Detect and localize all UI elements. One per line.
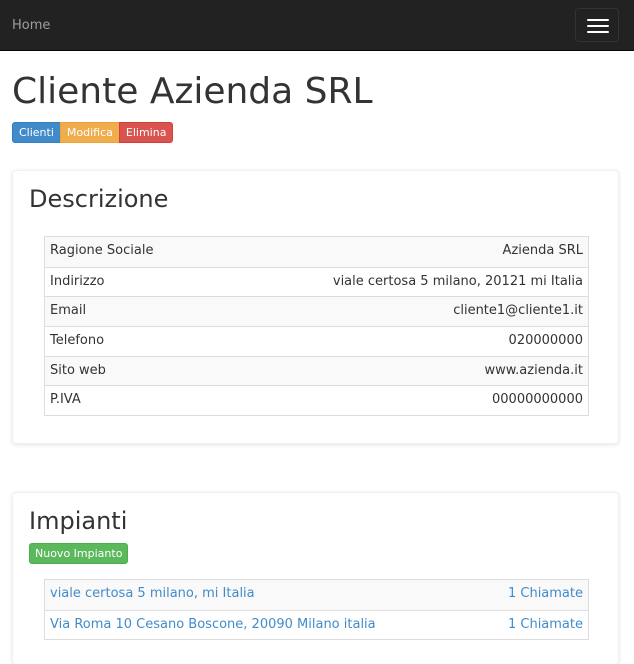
row-label: Sito web xyxy=(50,362,106,378)
row-value: 020000000 xyxy=(508,333,583,349)
descrizione-heading: Descrizione xyxy=(29,185,169,213)
row-value: viale certosa 5 milano, 20121 mi Italia xyxy=(332,273,583,289)
row-label: Telefono xyxy=(50,333,105,349)
impianto-address-link[interactable]: viale certosa 5 milano, mi Italia xyxy=(50,586,255,601)
impianti-panel: Impianti Nuovo Impianto viale certosa 5 … xyxy=(12,492,619,664)
table-row: Ragione Sociale Azienda SRL xyxy=(45,237,588,267)
row-label: Ragione Sociale xyxy=(50,243,154,258)
descrizione-table: Ragione Sociale Azienda SRL Indirizzo vi… xyxy=(44,236,589,417)
modifica-button[interactable]: Modifica xyxy=(59,122,120,143)
table-row: P.IVA 00000000000 xyxy=(45,385,588,415)
table-row: Email cliente1@cliente1.it xyxy=(45,296,588,327)
elimina-button[interactable]: Elimina xyxy=(118,122,174,143)
row-label: P.IVA xyxy=(50,392,81,408)
row-value: 00000000000 xyxy=(492,392,583,408)
hamburger-icon-bar xyxy=(587,31,609,33)
row-label: Indirizzo xyxy=(50,273,105,289)
table-row: Sito web www.azienda.it xyxy=(45,355,588,386)
impianto-address-link[interactable]: Via Roma 10 Cesano Boscone, 20090 Milano… xyxy=(50,617,376,632)
table-row: Indirizzo viale certosa 5 milano, 20121 … xyxy=(45,266,588,297)
row-value: cliente1@cliente1.it xyxy=(453,303,583,319)
hamburger-icon xyxy=(587,19,609,21)
home-link[interactable]: Home xyxy=(12,18,50,34)
nuovo-impianto-button[interactable]: Nuovo Impianto xyxy=(29,543,129,564)
impianto-calls-link[interactable]: 1 Chiamate xyxy=(508,586,583,601)
table-row: Via Roma 10 Cesano Boscone, 20090 Milano… xyxy=(45,609,588,640)
impianti-heading: Impianti xyxy=(29,507,128,535)
clienti-button[interactable]: Clienti xyxy=(12,122,61,143)
table-row: Telefono 020000000 xyxy=(45,326,588,356)
page-title: Cliente Azienda SRL xyxy=(12,71,373,112)
row-label: Email xyxy=(50,303,87,319)
row-value: Azienda SRL xyxy=(502,243,583,258)
impianto-calls-link[interactable]: 1 Chiamate xyxy=(508,617,583,632)
descrizione-panel: Descrizione Ragione Sociale Azienda SRL … xyxy=(12,170,619,444)
hamburger-icon-bar xyxy=(587,25,609,27)
impianti-table: viale certosa 5 milano, mi Italia 1 Chia… xyxy=(44,579,589,641)
menu-toggle-button[interactable] xyxy=(575,8,619,42)
action-button-group: Clienti Modifica Elimina xyxy=(12,122,174,143)
row-value: www.azienda.it xyxy=(484,362,583,378)
navbar: Home xyxy=(0,0,634,51)
table-row: viale certosa 5 milano, mi Italia 1 Chia… xyxy=(45,580,588,610)
